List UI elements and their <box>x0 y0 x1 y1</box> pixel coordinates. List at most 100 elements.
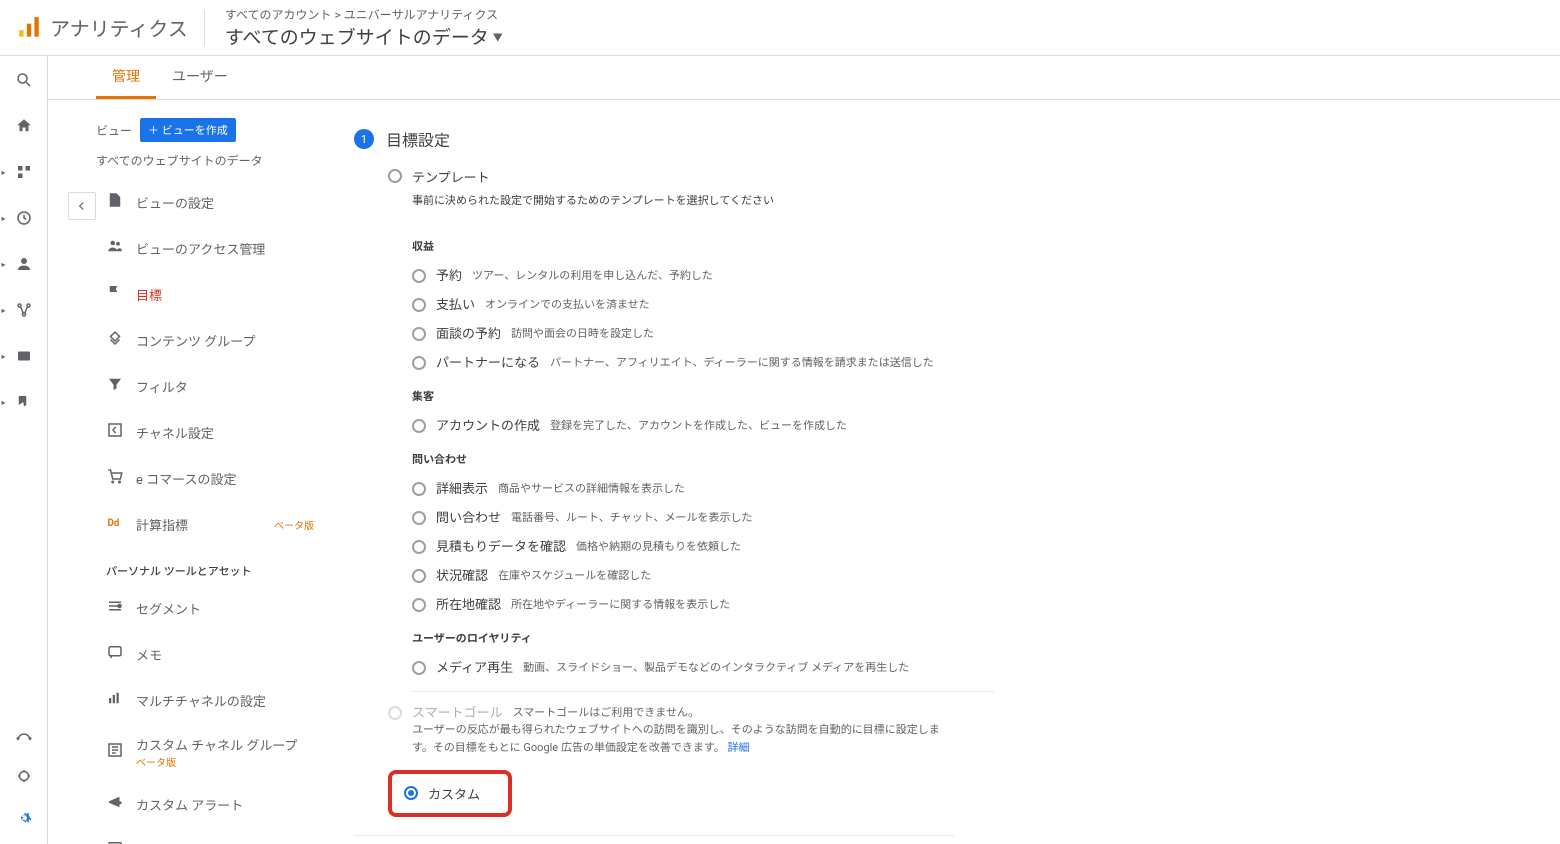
template-item[interactable]: 支払いオンラインでの支払いを済ませた <box>412 289 994 318</box>
template-item-radio[interactable] <box>412 269 426 283</box>
template-section-title: 集客 <box>412 376 994 410</box>
personal-section-title: パーソナル ツールとアセット <box>96 547 324 585</box>
sidebar-item-label: フィルタ <box>136 377 314 396</box>
breadcrumb: すべてのアカウント > ユニバーサルアナリティクス <box>225 6 503 23</box>
view-sidebar: ビュー ＋ ビューを作成 すべてのウェブサイトのデータ ビューの設定ビューのアク… <box>96 100 324 844</box>
template-subtitle: 事前に決められた設定で開始するためのテンプレートを選択してください <box>388 190 994 216</box>
analytics-logo-icon <box>16 15 42 41</box>
sidebar-item-people[interactable]: ビューのアクセス管理 <box>96 225 324 271</box>
template-item-radio[interactable] <box>412 419 426 433</box>
template-item-name: 見積もりデータを確認 <box>436 536 566 555</box>
template-item[interactable]: 見積もりデータを確認価格や納期の見積もりを依頼した <box>412 531 994 560</box>
template-item[interactable]: メディア再生動画、スライドショー、製品デモなどのインタラクティブ メディアを再生… <box>412 652 994 681</box>
template-item[interactable]: 詳細表示商品やサービスの詳細情報を表示した <box>412 473 994 502</box>
attribution-icon[interactable] <box>0 720 48 748</box>
people-icon <box>106 237 124 259</box>
account-selector[interactable]: すべてのアカウント > ユニバーサルアナリティクス すべてのウェブサイトのデータ… <box>225 6 503 50</box>
tab-admin[interactable]: 管理 <box>96 66 156 99</box>
svg-text:Dd: Dd <box>108 518 120 529</box>
template-item-name: 面談の予約 <box>436 323 501 342</box>
template-item-radio[interactable] <box>412 661 426 675</box>
template-item-radio[interactable] <box>412 356 426 370</box>
sidebar-item-segment[interactable]: セグメント <box>96 585 324 631</box>
sidebar-item-flag[interactable]: 目標 <box>96 271 324 317</box>
template-item-desc: オンラインでの支払いを済ませた <box>485 296 650 312</box>
behavior-icon[interactable]: ▸ <box>0 342 48 370</box>
template-radio[interactable] <box>388 169 402 183</box>
template-item-desc: 所在地やディーラーに関する情報を表示した <box>511 596 730 612</box>
sidebar-item-filter[interactable]: フィルタ <box>96 363 324 409</box>
template-item-radio[interactable] <box>412 569 426 583</box>
step-1-number: 1 <box>354 129 374 149</box>
template-item-name: パートナーになる <box>436 352 540 371</box>
template-item-desc: 商品やサービスの詳細情報を表示した <box>498 480 685 496</box>
conversions-icon[interactable]: ▸ <box>0 388 48 416</box>
smart-goal-link[interactable]: 詳細 <box>728 741 750 754</box>
multi-icon <box>106 689 124 711</box>
template-item[interactable]: 状況確認在庫やスケジュールを確認した <box>412 560 994 589</box>
sidebar-item-channel[interactable]: チャネル設定 <box>96 409 324 455</box>
search-icon[interactable] <box>0 66 48 94</box>
sidebar-item-multi[interactable]: マルチチャネルの設定 <box>96 677 324 723</box>
template-item-name: メディア再生 <box>436 657 513 676</box>
template-item-radio[interactable] <box>412 540 426 554</box>
smart-goal-description: ユーザーの反応が最も得られたウェブサイトへの訪問を識別し、そのような訪問を自動的… <box>388 721 958 756</box>
current-view-name[interactable]: すべてのウェブサイトのデータ <box>96 150 324 179</box>
audience-icon[interactable]: ▸ <box>0 250 48 278</box>
admin-icon[interactable] <box>0 804 48 832</box>
realtime-icon[interactable]: ▸ <box>0 204 48 232</box>
custom-radio[interactable] <box>404 786 418 800</box>
template-item-name: 状況確認 <box>436 565 488 584</box>
template-item[interactable]: 予約ツアー、レンタルの利用を申し込んだ、予約した <box>412 260 994 289</box>
sidebar-item-note[interactable]: メモ <box>96 631 324 677</box>
logo-box[interactable]: アナリティクス <box>16 10 205 46</box>
sidebar-item-label: e コマースの設定 <box>136 469 314 488</box>
cart-icon <box>106 467 124 489</box>
template-section-title: 収益 <box>412 226 994 260</box>
sidebar-item-cart[interactable]: e コマースの設定 <box>96 455 324 501</box>
sidebar-item-label: 計算指標 <box>136 515 258 534</box>
customch-icon <box>106 741 124 763</box>
sidebar-item-label: マルチチャネルの設定 <box>136 691 314 710</box>
template-item[interactable]: 所在地確認所在地やディーラーに関する情報を表示した <box>412 589 994 618</box>
template-item-radio[interactable] <box>412 298 426 312</box>
acquisition-icon[interactable]: ▸ <box>0 296 48 324</box>
template-option: テンプレート 事前に決められた設定で開始するためのテンプレートを選択してください <box>388 163 994 216</box>
channel-icon <box>106 421 124 443</box>
template-title: テンプレート <box>412 167 490 186</box>
sidebar-item-content[interactable]: コンテンツ グループ <box>96 317 324 363</box>
back-button[interactable] <box>68 192 96 220</box>
template-item-radio[interactable] <box>412 598 426 612</box>
template-item-radio[interactable] <box>412 327 426 341</box>
caret-down-icon: ▼ <box>493 29 503 44</box>
custom-title: カスタム <box>428 784 480 803</box>
create-view-button[interactable]: ＋ ビューを作成 <box>140 118 236 142</box>
separator <box>412 691 994 692</box>
sidebar-item-label: ビューの設定 <box>136 193 314 212</box>
template-section-title: 問い合わせ <box>412 439 994 473</box>
discover-icon[interactable] <box>0 762 48 790</box>
template-item-desc: 動画、スライドショー、製品デモなどのインタラクティブ メディアを再生した <box>523 659 909 675</box>
template-item-desc: 価格や納期の見積もりを依頼した <box>576 538 741 554</box>
template-item[interactable]: パートナーになるパートナー、アフィリエイト、ディーラーに関する情報を請求または送… <box>412 347 994 376</box>
tab-user[interactable]: ユーザー <box>156 66 244 99</box>
sidebar-item-schedule[interactable]: メール配信スケジュール <box>96 827 324 844</box>
step-1-header: 1 目標設定 <box>354 127 994 151</box>
template-item[interactable]: 問い合わせ電話番号、ルート、チャット、メールを表示した <box>412 502 994 531</box>
custom-option-highlight: カスタム <box>388 770 512 817</box>
smart-goal-title: スマートゴール <box>412 702 503 721</box>
customization-icon[interactable]: ▸ <box>0 158 48 186</box>
template-item[interactable]: 面談の予約訪問や面会の日時を設定した <box>412 318 994 347</box>
alert-icon <box>106 793 124 815</box>
sidebar-item-dd[interactable]: Dd計算指標ベータ版 <box>96 501 324 547</box>
sidebar-item-label: コンテンツ グループ <box>136 331 314 350</box>
sidebar-item-settings[interactable]: ビューの設定 <box>96 179 324 225</box>
template-item-radio[interactable] <box>412 511 426 525</box>
sidebar-item-label: カスタム チャネル グループベータ版 <box>136 735 314 769</box>
template-item[interactable]: アカウントの作成登録を完了した、アカウントを作成した、ビューを作成した <box>412 410 994 439</box>
sidebar-item-customch[interactable]: カスタム チャネル グループベータ版 <box>96 723 324 781</box>
home-icon[interactable] <box>0 112 48 140</box>
template-item-radio[interactable] <box>412 482 426 496</box>
sidebar-item-alert[interactable]: カスタム アラート <box>96 781 324 827</box>
smart-goal-status: スマートゴールはご利用できません。 <box>513 704 699 720</box>
